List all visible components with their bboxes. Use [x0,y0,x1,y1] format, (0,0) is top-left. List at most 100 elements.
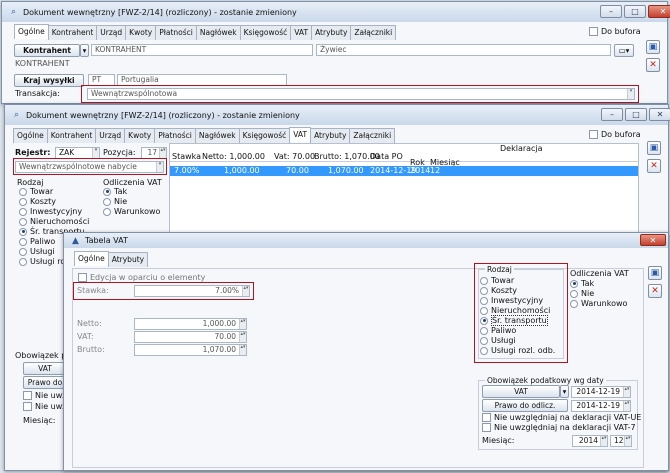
col-netto[interactable]: Netto: 1,000.00 [202,152,265,161]
tab-urzad[interactable]: Urząd [96,25,127,40]
save-icon[interactable]: ▣ [646,40,660,54]
close-icon[interactable]: ✕ [649,108,670,121]
col-vat[interactable]: Vat: 70.00 [274,152,315,161]
cancel-icon[interactable]: ✕ [647,159,661,173]
rodzaj-label: Towar [30,187,54,196]
nie-uwzg-7-checkbox[interactable]: Nie uwzględniaj na deklaracji VAT-7 [482,423,636,432]
kontrahent-code-field[interactable]: KONTRAHENT [91,44,313,56]
brutto-field[interactable]: 1,070.00 ▴▾ [134,344,247,356]
prawo-date-value: 2014-12-19 [576,401,620,410]
tab-ogolne[interactable]: Ogólne [13,128,48,143]
maximize-icon[interactable]: □ [624,5,646,18]
vat-date-button[interactable]: VAT [482,385,560,398]
obowiazek-label: Obowiązek p [15,351,67,360]
close-icon[interactable]: ✕ [648,5,670,18]
tab-naglowek[interactable]: Nagłówek [195,25,241,40]
tab-kwoty[interactable]: Kwoty [125,25,157,40]
tab-urzad[interactable]: Urząd [95,128,126,143]
chevron-down-icon[interactable]: ▾ [80,44,89,57]
prawo-do-odlicz-button[interactable]: Prawo do odlicz. [482,399,568,412]
maximize-icon[interactable]: □ [625,108,647,121]
cancel-icon[interactable]: ✕ [646,58,660,72]
do-bufora-checkbox[interactable]: Do bufora [589,130,641,139]
nie-uwzg-ue-label: Nie uwzględniaj na deklaracji VAT-UE [494,413,642,422]
cell-vat: 70.00 [286,166,309,175]
odliczenia-tak[interactable]: Tak [103,187,160,197]
netto-field[interactable]: 1,000.00 ▴▾ [134,318,247,330]
close-icon[interactable]: ✕ [640,234,666,246]
tab-atrybuty[interactable]: Atrybuty [311,25,352,40]
chevron-down-icon[interactable]: ▾ [560,385,569,398]
nie-uwzg-ue-checkbox[interactable]: Nie uwzględniaj na deklaracji VAT-UE [482,413,641,422]
do-bufora-checkbox[interactable]: Do bufora [589,27,641,36]
rodzaj-koszty[interactable]: Koszty [19,197,89,207]
minimize-icon[interactable]: – [600,5,622,18]
highlight-transakcja [81,85,639,103]
contact-card-icon[interactable]: ▭▾ [614,44,634,57]
col-data-po[interactable]: Data PO [370,152,403,161]
kontrahent-city-field[interactable]: Żywiec [316,44,611,56]
miesiac-value: 12 [614,436,624,445]
miesiac-field[interactable]: 12 ▴▾ [610,435,632,447]
odliczenia-tak[interactable]: Tak [570,279,627,289]
tab-zalaczniki[interactable]: Załączniki [349,128,396,143]
pozycja-value: 17 [147,148,157,157]
rodzaj-label: Inwestycyjny [30,207,83,216]
tab-ksiegowosc[interactable]: Księgowość [238,128,291,143]
highlight-stawka [73,282,254,300]
table-row[interactable]: 7.00% 1,000.00 70.00 1,070.00 2014-12-19… [170,166,638,176]
vat-date-field[interactable]: 2014-12-19 ▴▾ [571,386,631,398]
save-icon[interactable]: ▣ [648,266,662,280]
odliczenia-warunkowo[interactable]: Warunkowo [103,207,160,217]
tab-atrybuty[interactable]: Atrybuty [107,252,149,267]
rejestr-value: ZAK [59,148,75,157]
dialog-titlebar[interactable]: ▲ Tabela VAT [64,233,668,248]
tab-ogolne[interactable]: Ogólne [14,24,49,39]
edycja-checkbox[interactable]: Edycja w oparciu o elementy [78,273,205,282]
tab-zalaczniki[interactable]: Załączniki [350,25,397,40]
odliczenia-label: Nie [581,289,595,298]
col-stawka[interactable]: Stawka [172,152,201,161]
tab-kontrahent[interactable]: Kontrahent [47,25,98,40]
tab-platnosci[interactable]: Płatności [154,128,196,143]
tab-vat[interactable]: VAT [290,25,313,40]
rok-field[interactable]: 2014 ▴▾ [572,435,608,447]
odliczenia-nie[interactable]: Nie [103,197,160,207]
window-titlebar[interactable]: ⌕ Dokument wewnętrzny [FWZ-2/14] (rozlic… [2,2,667,22]
rodzaj-towar[interactable]: Towar [19,187,89,197]
odliczenia-radio-list: Tak Nie Warunkowo [103,187,160,217]
cancel-icon[interactable]: ✕ [648,284,662,298]
save-icon[interactable]: ▣ [647,141,661,155]
odliczenia-group-label: Odliczenia VAT [103,178,162,187]
prawo-button[interactable]: Prawo do [23,376,67,389]
rodzaj-inwestycyjny[interactable]: Inwestycyjny [19,207,89,217]
spin-icon: ▴▾ [239,319,246,329]
tab-platnosci[interactable]: Płatności [155,25,197,40]
prawo-date-field[interactable]: 2014-12-19 ▴▾ [571,400,631,412]
cell-netto: 1,000.00 [224,166,260,175]
dialog-controls: ✕ [640,234,666,246]
tab-ksiegowosc[interactable]: Księgowość [239,25,292,40]
spin-icon: ▴▾ [239,345,246,355]
vat-field[interactable]: 70.00 ▴▾ [134,331,247,343]
tab-kwoty[interactable]: Kwoty [124,128,156,143]
rodzaj-nieruchomosci[interactable]: Nieruchomości [19,217,89,227]
tab-vat[interactable]: VAT [289,127,312,142]
odliczenia-nie[interactable]: Nie [570,289,627,299]
tab-naglowek[interactable]: Nagłówek [194,128,240,143]
odliczenia-warunkowo[interactable]: Warunkowo [570,299,627,309]
kraj-wysylki-button[interactable]: Kraj wysyłki [14,74,84,87]
search-icon: ⌕ [13,110,20,120]
window-titlebar[interactable]: ⌕ Dokument wewnętrzny [FWZ-2/14] (rozlic… [5,105,668,125]
spin-icon: ▴▾ [239,332,246,342]
kontrahent-button[interactable]: Kontrahent [14,44,80,57]
tab-kontrahent[interactable]: Kontrahent [46,128,97,143]
minimize-icon[interactable]: – [601,108,623,121]
tab-ogolne[interactable]: Ogólne [74,251,109,266]
dialog-tab-bar: Ogólne Atrybuty [74,251,149,267]
rok-value: 2014 [578,436,598,445]
odliczenia-radio-list: Tak Nie Warunkowo [570,279,627,309]
vat-date-button[interactable]: VAT [23,362,67,375]
tab-atrybuty[interactable]: Atrybuty [310,128,351,143]
dialog-title: Tabela VAT [85,236,128,245]
